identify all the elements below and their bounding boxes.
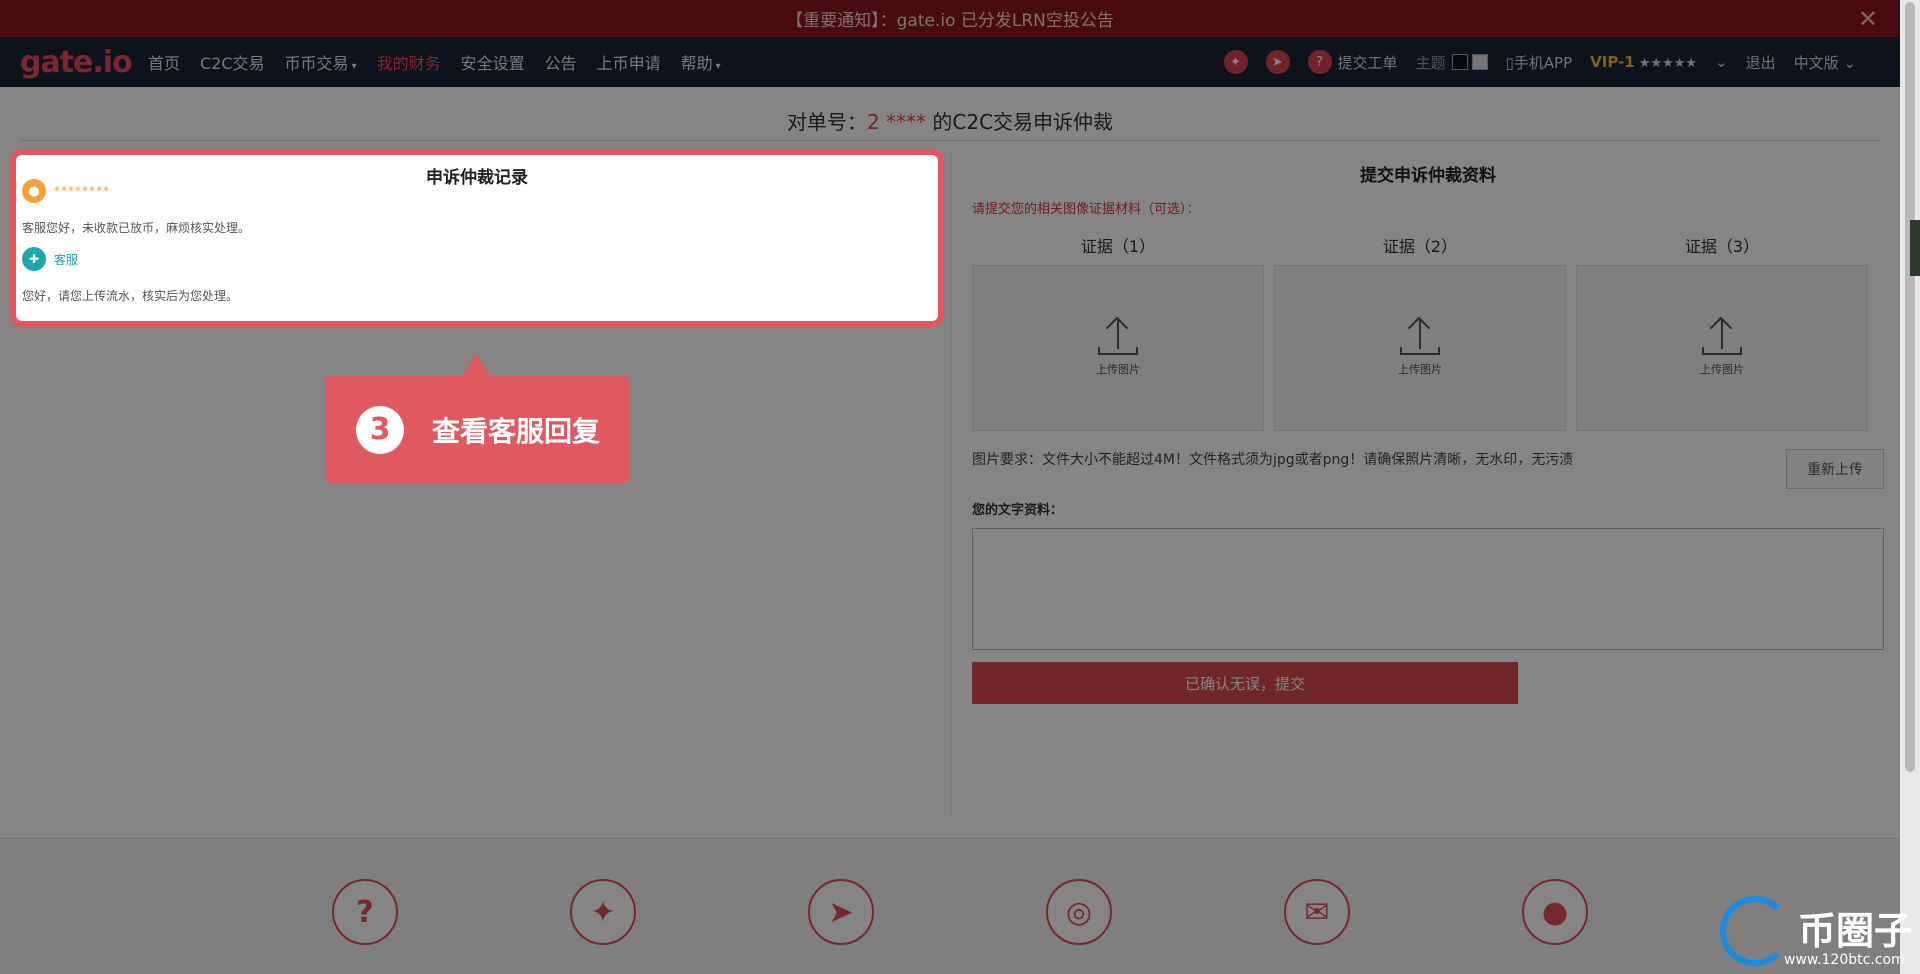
cs-message-header: ✚ 客服: [22, 247, 78, 271]
step-text: 查看客服回复: [432, 414, 601, 448]
user-message: 客服您好，未收款已放币，麻烦核实处理。: [22, 221, 251, 235]
step-number: 3: [356, 405, 404, 454]
watermark-logo-icon: [1720, 896, 1790, 966]
tutorial-overlay: [0, 0, 1900, 974]
record-title: 申诉仲裁记录: [426, 168, 528, 188]
user-avatar-icon: ●: [22, 179, 46, 203]
side-tab[interactable]: [1910, 220, 1920, 276]
scrollbar-thumb[interactable]: [1905, 2, 1915, 772]
watermark-name: 币圈子: [1798, 909, 1913, 953]
appeal-record-card: 申诉仲裁记录 ● ******** 客服您好，未收款已放币，麻烦核实处理。 ✚ …: [10, 149, 944, 327]
user-message-header: ● ********: [22, 179, 110, 203]
cs-message: 您好，请您上传流水，核实后为您处理。: [22, 289, 239, 303]
watermark-url: www.120btc.com: [1784, 952, 1905, 968]
step-callout: 3 查看客服回复: [326, 354, 630, 483]
watermark: 币圈子 www.120btc.com: [1720, 892, 1920, 974]
cs-name: 客服: [54, 252, 79, 267]
user-name: ********: [54, 184, 110, 198]
scrollbar[interactable]: [1900, 0, 1920, 974]
support-avatar-icon: ✚: [22, 247, 46, 271]
